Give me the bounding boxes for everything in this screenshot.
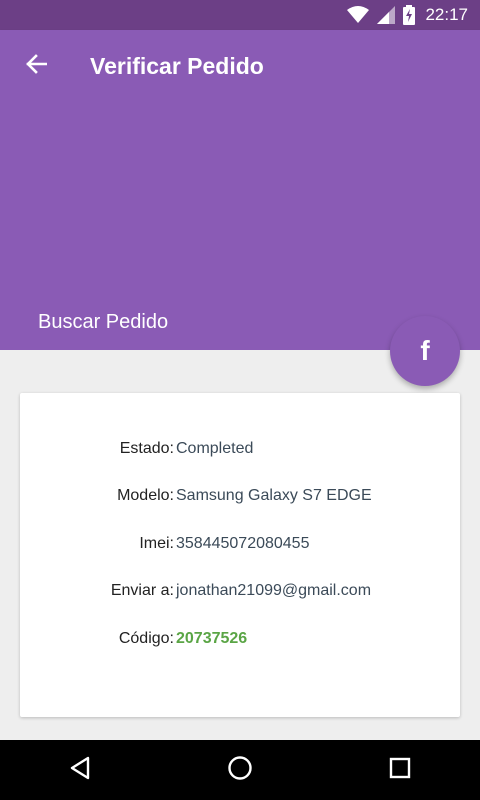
system-nav-bar: [0, 740, 480, 800]
model-label: Modelo:: [117, 487, 174, 504]
status-label: Estado:: [119, 440, 174, 457]
facebook-icon: f: [420, 335, 430, 366]
battery-charging-icon: [403, 5, 416, 25]
page-title: Verificar Pedido: [90, 52, 264, 79]
imei-label: Imei:: [139, 535, 174, 552]
ship-to-label: Enviar a:: [110, 582, 174, 599]
model-value: Samsung Galaxy S7 EDGE: [176, 487, 372, 504]
code-row: Código: 20737526: [20, 627, 460, 651]
arrow-back-icon: [25, 53, 48, 80]
nav-back-icon: [69, 756, 91, 785]
nav-recents-button[interactable]: [360, 740, 440, 800]
header-subtitle: Buscar Pedido: [38, 311, 169, 333]
order-details-card: Estado: Completed Modelo: Samsung Galaxy…: [20, 393, 460, 717]
signal-icon: [377, 6, 396, 24]
screen: 22:17 Verificar Pedido Buscar Pedido f E…: [0, 0, 480, 800]
wifi-icon: [347, 6, 370, 24]
code-value: 20737526: [176, 630, 248, 647]
status-clock: 22:17: [425, 5, 468, 24]
nav-home-icon: [227, 755, 253, 786]
ship-to-value: jonathan21099@gmail.com: [176, 582, 372, 599]
nav-recents-icon: [389, 757, 411, 784]
status-row: Estado: Completed: [20, 437, 460, 461]
collapsing-header: Buscar Pedido: [0, 102, 480, 350]
imei-row: Imei: 358445072080455: [20, 532, 460, 556]
facebook-share-button[interactable]: f: [390, 316, 460, 386]
nav-home-button[interactable]: [200, 740, 280, 800]
status-bar: 22:17: [0, 0, 480, 30]
ship-to-row: Enviar a: jonathan21099@gmail.com: [20, 579, 460, 603]
status-value: Completed: [176, 440, 254, 457]
code-label: Código:: [118, 630, 174, 647]
app-bar: Verificar Pedido: [0, 30, 480, 102]
model-row: Modelo: Samsung Galaxy S7 EDGE: [20, 484, 460, 508]
nav-back-button[interactable]: [40, 740, 120, 800]
imei-value: 358445072080455: [176, 535, 310, 552]
back-button[interactable]: [0, 30, 72, 102]
